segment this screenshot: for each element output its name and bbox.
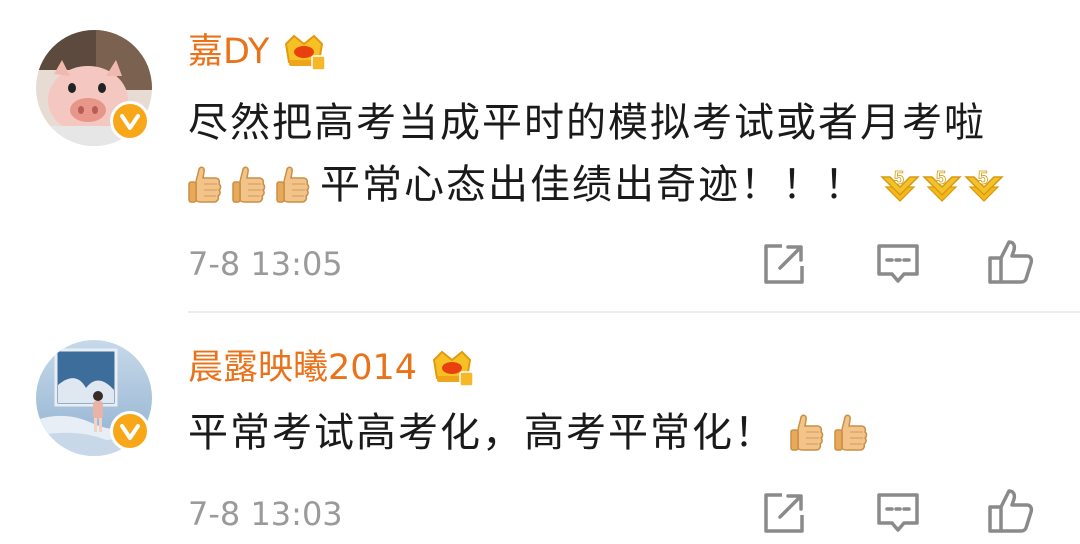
thumbs-up-emoji [188,165,222,205]
comment-item: 嘉DY 尽然把高考当成平时的模拟考试或者月考啦 平常心态出佳绩出奇迹！！！ 7-… [0,0,1080,312]
thumbs-up-emoji [834,413,868,453]
like-icon[interactable] [986,487,1034,535]
five-emoji [964,165,1004,205]
comment-text-line-1: 平常考试高考化，高考平常化！ [188,405,878,461]
username-row: 嘉DY [188,27,327,77]
crown-badge-icon[interactable] [429,346,475,390]
verified-icon [110,101,150,141]
like-icon[interactable] [986,238,1034,286]
username[interactable]: 晨露映曦2014 [188,343,417,393]
timestamp: 7-8 13:03 [188,495,343,533]
thumbs-up-emoji [790,413,824,453]
five-emoji [880,165,920,205]
thumbs-up-emoji [232,165,266,205]
comment-text-line-2: 平常心态出佳绩出奇迹！！！ [188,157,1004,213]
comment-text: 平常心态出佳绩出奇迹！！！ [320,162,866,208]
verified-icon [110,411,150,451]
comment-icon[interactable] [874,489,922,537]
five-emoji [922,165,962,205]
comment-text: 平常考试高考化，高考平常化！ [188,410,776,456]
timestamp: 7-8 13:05 [188,245,343,283]
comment-icon[interactable] [874,240,922,288]
username[interactable]: 嘉DY [188,27,269,77]
thumbs-up-emoji [276,165,310,205]
comment-text-line-1: 尽然把高考当成平时的模拟考试或者月考啦 [188,100,986,146]
comment-item: 晨露映曦2014 平常考试高考化，高考平常化！ 7-8 13:03 [0,313,1080,544]
share-icon[interactable] [760,240,808,288]
crown-badge-icon[interactable] [281,30,327,74]
username-row: 晨露映曦2014 [188,343,475,393]
share-icon[interactable] [760,489,808,537]
